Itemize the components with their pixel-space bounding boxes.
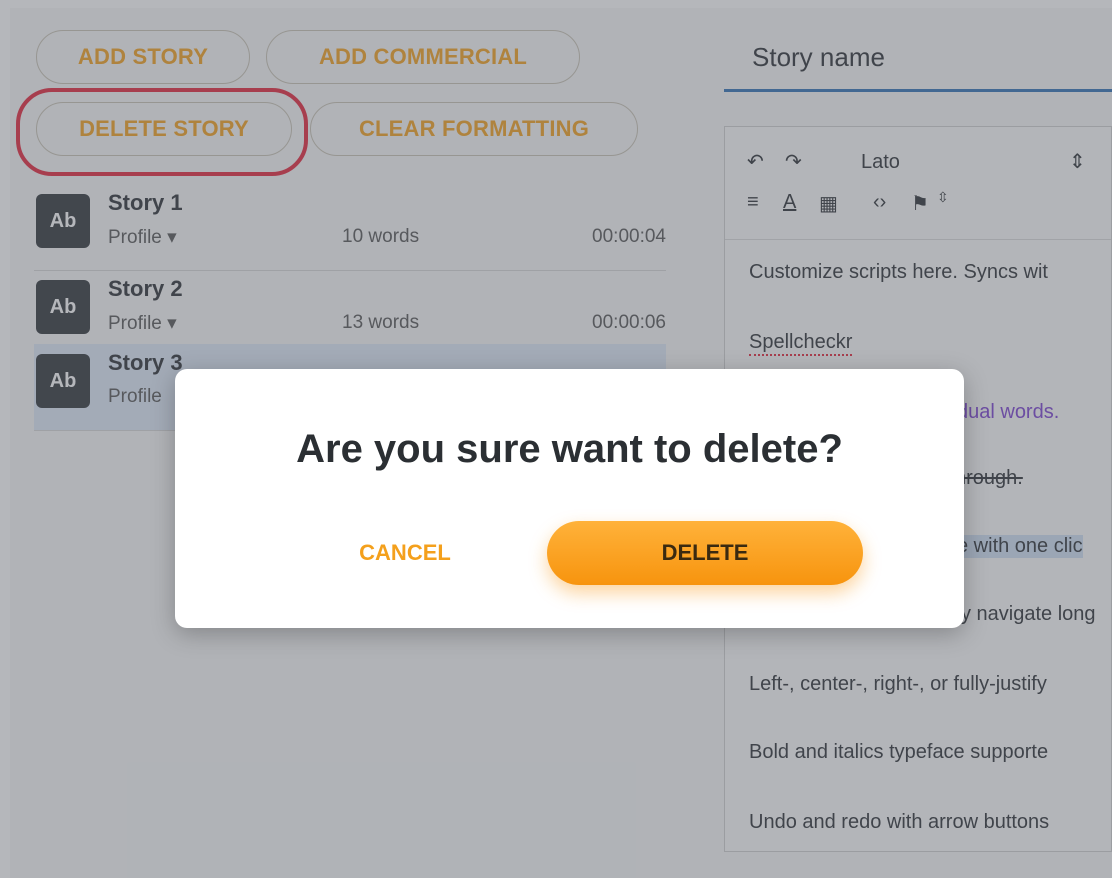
dialog-title: Are you sure want to delete? [296,427,843,471]
delete-confirm-dialog: Are you sure want to delete? CANCEL DELE… [175,369,964,628]
confirm-delete-button[interactable]: DELETE [547,521,863,585]
cancel-button[interactable]: CANCEL [325,521,485,585]
